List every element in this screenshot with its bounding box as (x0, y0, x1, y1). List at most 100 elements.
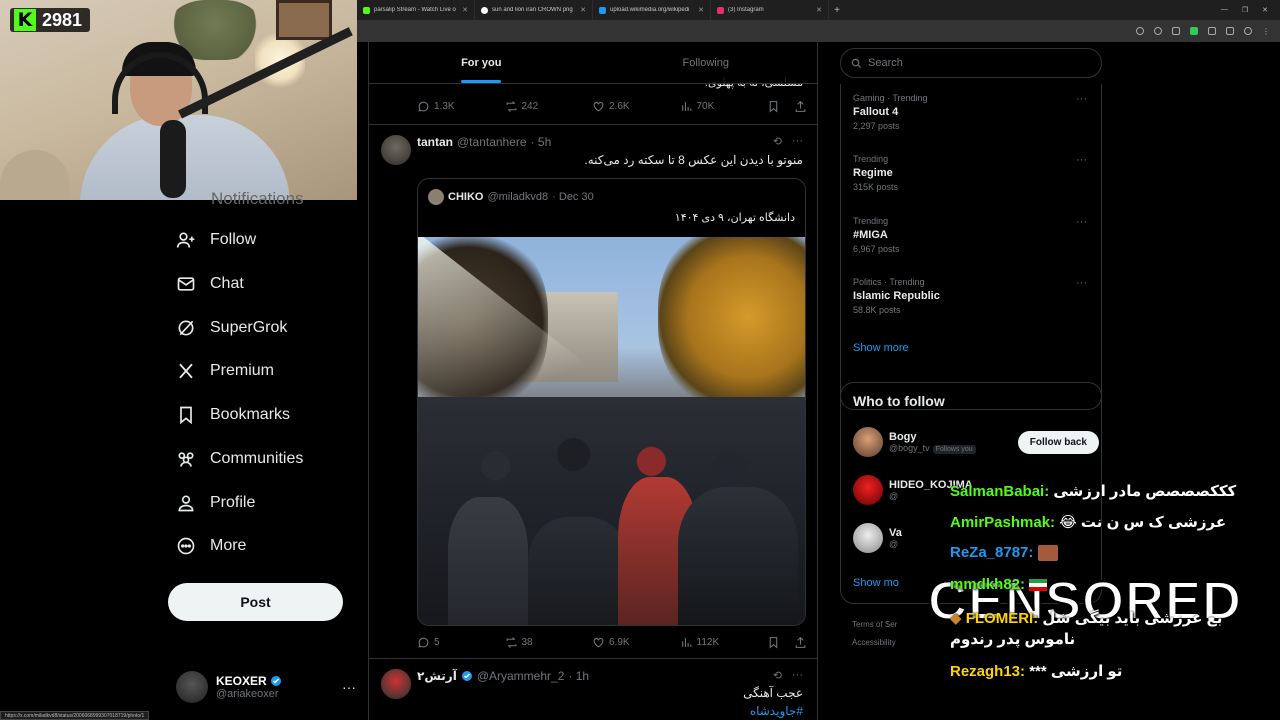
nav-item-bookmarks[interactable]: Bookmarks (176, 400, 290, 430)
browser-menu-icon[interactable]: ⋮ (1262, 27, 1270, 36)
puzzle-icon[interactable] (1208, 27, 1216, 35)
close-tab-icon[interactable]: ✕ (816, 6, 822, 14)
like-button[interactable]: 2.6K (592, 100, 680, 113)
bookmark-star-icon[interactable] (1172, 27, 1180, 35)
nav-item-more[interactable]: More (176, 531, 246, 561)
footer-link[interactable]: Accessibility (852, 638, 896, 647)
share-icon[interactable] (794, 636, 807, 649)
browser-tab[interactable]: parsalip Stream - Watch Live o ✕ (357, 0, 475, 20)
zoom-icon[interactable] (1154, 27, 1162, 35)
reply-button[interactable]: 1.3K (417, 100, 505, 113)
browser-tab[interactable]: sun and lion iran CROWN png ✕ (475, 0, 593, 20)
google-favicon-icon (481, 6, 488, 14)
reply-button[interactable]: 5 (417, 636, 505, 649)
photo-person (678, 487, 798, 625)
trend-more-icon[interactable]: ··· (1076, 154, 1087, 166)
quoted-tweet[interactable]: CHIKO @miladkvd8 · Dec 30 دانشگاه تهران،… (417, 178, 806, 626)
trends-show-more-link[interactable]: Show more (853, 342, 909, 354)
grok-icon[interactable]: ⟲ (773, 135, 782, 148)
tab-following[interactable]: Following (594, 42, 818, 83)
tweet-author-name[interactable]: آرتش۲ (417, 669, 457, 683)
browser-toolbar: ⋮ (357, 20, 1280, 42)
avatar-icon[interactable] (1244, 27, 1252, 35)
avatar[interactable] (381, 669, 411, 699)
divider (369, 124, 817, 125)
tweet-header: آرتش۲ @Aryammehr_2 · 1h (417, 669, 589, 683)
post-button[interactable]: Post (168, 583, 343, 621)
tweet-hashtag[interactable]: #جاویدشاه (750, 704, 803, 718)
trend-more-icon[interactable]: ··· (1076, 93, 1087, 105)
trend-more-icon[interactable]: ··· (1076, 216, 1087, 228)
tweet-more-icon[interactable]: ··· (792, 135, 803, 148)
nav-item-premium[interactable]: Premium (176, 356, 274, 386)
bookmark-icon[interactable] (767, 100, 780, 113)
nav-item-follow[interactable]: Follow (176, 225, 256, 255)
avatar[interactable] (381, 135, 411, 165)
close-tab-icon[interactable]: ✕ (462, 6, 468, 14)
avatar (176, 671, 208, 703)
chat-username: SalmanBabai: (950, 483, 1050, 500)
viewer-count-badge: K 2981 (10, 8, 91, 32)
tweet-author-name[interactable]: tantan (417, 135, 453, 149)
tweet-time[interactable]: · 1h (568, 669, 589, 683)
footer-link[interactable]: Terms of Ser (852, 620, 897, 629)
nav-label: Follow (210, 231, 257, 248)
nav-item-communities[interactable]: Communities (176, 444, 303, 474)
bookmark-icon[interactable] (767, 636, 780, 649)
dog-shape (0, 150, 70, 200)
trend-title: #MIGA (853, 229, 888, 241)
left-navigation: Notifications Follow Chat SuperGrok Prem… (0, 189, 357, 720)
search-input[interactable]: Search (840, 48, 1102, 78)
like-button[interactable]: 6.9K (592, 636, 680, 649)
nav-item-profile[interactable]: Profile (176, 488, 255, 518)
views-count: 70K (696, 101, 715, 112)
repost-button[interactable]: 38 (505, 636, 593, 649)
tweet-more-icon[interactable]: ··· (792, 669, 803, 682)
follow-back-button[interactable]: Follow back (1017, 430, 1099, 454)
tweet-photo[interactable] (418, 237, 805, 625)
new-tab-button[interactable]: + (829, 5, 845, 16)
browser-tab[interactable]: (3) Instagram ✕ (711, 0, 829, 20)
tweet-author-handle[interactable]: @Aryammehr_2 (477, 669, 565, 683)
account-more-icon[interactable]: ··· (342, 679, 356, 695)
views-icon (681, 638, 691, 647)
reply-icon (418, 637, 429, 648)
grok-icon[interactable]: ⟲ (773, 669, 782, 682)
extension-icon[interactable] (1190, 27, 1198, 35)
divider (369, 658, 817, 659)
trend-more-icon[interactable]: ··· (1076, 277, 1087, 289)
nav-item-chat[interactable]: Chat (176, 269, 244, 299)
views-button[interactable]: 112K (680, 636, 768, 649)
nav-label: Premium (210, 362, 275, 379)
photo-person (528, 517, 628, 625)
browser-tab[interactable]: upload.wikimedia.org/wikipedi ✕ (593, 0, 711, 20)
trend-item[interactable]: Politics · Trending Islamic Republic 58.… (853, 277, 1093, 315)
chat-username: FLOMERI: (965, 610, 1039, 627)
tweet-author-handle[interactable]: @tantanhere (457, 135, 527, 149)
account-name-row: KEOXER (216, 674, 282, 688)
trend-item[interactable]: Trending Regime 315K posts ··· (853, 154, 1093, 192)
sidebar-icon[interactable] (1226, 27, 1234, 35)
photo-tree (658, 237, 805, 417)
close-window-icon[interactable]: ✕ (1262, 6, 1268, 14)
follow-show-more-link[interactable]: Show mo (853, 577, 899, 589)
share-icon[interactable] (794, 100, 807, 113)
tweet-time[interactable]: · 5h (531, 135, 552, 149)
nav-label: More (210, 537, 247, 554)
trend-item[interactable]: Trending #MIGA 6,967 posts ··· (853, 216, 1093, 254)
follow-suggestion[interactable]: Bogy @bogy_tv Follows you Follow back (853, 425, 1099, 459)
chat-message: SalmanBabai: کککصصصص مادر ارزشی (950, 482, 1236, 500)
search-icon (851, 58, 862, 68)
nav-item-notifications-peek[interactable]: Notifications (211, 189, 304, 209)
views-button[interactable]: 70K (680, 100, 768, 113)
close-tab-icon[interactable]: ✕ (580, 6, 586, 14)
maximize-icon[interactable]: ❐ (1242, 6, 1248, 14)
nav-item-supergrok[interactable]: SuperGrok (176, 313, 287, 343)
cast-icon[interactable] (1136, 27, 1144, 35)
repost-button[interactable]: 242 (505, 100, 593, 113)
minimize-icon[interactable]: — (1221, 6, 1228, 14)
account-switcher[interactable]: KEOXER @ariakeoxer ··· (176, 670, 356, 704)
close-tab-icon[interactable]: ✕ (698, 6, 704, 14)
trend-item[interactable]: Gaming · Trending Fallout 4 2,297 posts … (853, 93, 1093, 131)
tab-for-you[interactable]: For you (369, 42, 594, 83)
